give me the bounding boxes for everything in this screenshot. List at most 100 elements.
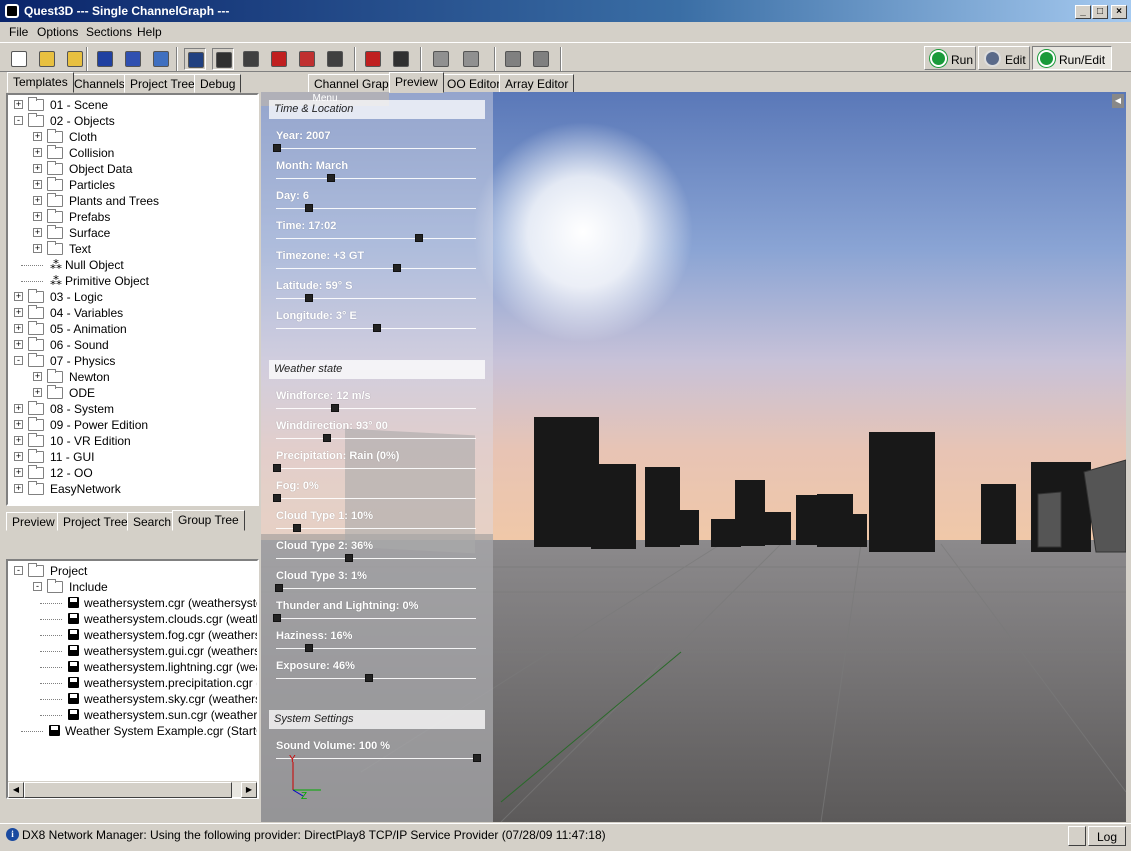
tree-item[interactable]: + ODE bbox=[8, 385, 257, 401]
tree-item[interactable]: +03 - Logic bbox=[8, 289, 257, 305]
minimize-button[interactable]: _ bbox=[1075, 5, 1091, 19]
group-tree-item[interactable]: weathersystem.cgr (weathersystem) bbox=[8, 595, 257, 611]
expand-icon[interactable]: + bbox=[14, 436, 23, 445]
splitter-icon[interactable] bbox=[1068, 826, 1086, 846]
title-bar[interactable]: Quest3D --- Single ChannelGraph --- _ □ … bbox=[0, 0, 1131, 22]
log-button[interactable]: Log bbox=[1088, 826, 1126, 846]
bug-button[interactable] bbox=[362, 48, 384, 70]
templates-tree[interactable]: +01 - Scene - 02 - Objects + Cloth + Collision… bbox=[6, 93, 259, 506]
expand-icon[interactable]: + bbox=[14, 452, 23, 461]
tree-item[interactable]: + Prefabs bbox=[8, 209, 257, 225]
expand-icon[interactable]: + bbox=[33, 388, 42, 397]
slider-thumb[interactable] bbox=[273, 464, 281, 472]
tab-bottom-project-tree[interactable]: Project Tree bbox=[57, 512, 134, 531]
group-tree-item[interactable]: weathersystem.precipitation.cgr (weather… bbox=[8, 675, 257, 691]
expand-icon[interactable]: + bbox=[33, 212, 42, 221]
expand-icon[interactable]: + bbox=[14, 420, 23, 429]
slider-track[interactable] bbox=[276, 498, 476, 499]
tree-item[interactable]: + Collision bbox=[8, 145, 257, 161]
menu-help[interactable]: Help bbox=[137, 25, 162, 39]
group-tree-item[interactable]: weathersystem.clouds.cgr (weathersystem) bbox=[8, 611, 257, 627]
tree-item[interactable]: +04 - Variables bbox=[8, 305, 257, 321]
slider-track[interactable] bbox=[276, 588, 476, 589]
slider-thumb[interactable] bbox=[273, 144, 281, 152]
tree-item[interactable]: + Particles bbox=[8, 177, 257, 193]
tab-group-tree[interactable]: Group Tree bbox=[172, 510, 245, 531]
edit-button[interactable]: Edit bbox=[978, 46, 1030, 70]
filmstrip-button[interactable] bbox=[212, 48, 234, 70]
tree-item[interactable]: +12 - OO bbox=[8, 465, 257, 481]
menu-file[interactable]: File bbox=[9, 25, 28, 39]
tab-array-editor[interactable]: Array Editor bbox=[499, 74, 575, 93]
expand-icon[interactable]: + bbox=[14, 468, 23, 477]
group-tree-item[interactable]: weathersystem.fog.cgr (weathersystem) bbox=[8, 627, 257, 643]
preview-viewport[interactable]: ◀ Menu Time & Location Year: 2007 Month: M… bbox=[261, 92, 1126, 822]
group-tree-item[interactable]: - Project bbox=[8, 563, 257, 579]
slider-thumb[interactable] bbox=[305, 644, 313, 652]
expand-icon[interactable]: + bbox=[33, 228, 42, 237]
expand-icon[interactable]: + bbox=[14, 484, 23, 493]
collapse-icon[interactable]: - bbox=[14, 566, 23, 575]
link-button[interactable] bbox=[240, 48, 262, 70]
slider-thumb[interactable] bbox=[323, 434, 331, 442]
slider-thumb[interactable] bbox=[305, 204, 313, 212]
tree-item[interactable]: + Plants and Trees bbox=[8, 193, 257, 209]
slider-track[interactable] bbox=[276, 238, 476, 239]
group-tree-item[interactable]: weathersystem.lightning.cgr (weathersyst… bbox=[8, 659, 257, 675]
tab-preview[interactable]: Preview bbox=[389, 72, 444, 93]
horizontal-scrollbar[interactable]: ◀ ▶ bbox=[8, 781, 257, 798]
tree-item[interactable]: +11 - GUI bbox=[8, 449, 257, 465]
run-button[interactable]: Run bbox=[924, 46, 976, 70]
expand-icon[interactable]: + bbox=[14, 308, 23, 317]
list-button[interactable] bbox=[324, 48, 346, 70]
expand-icon[interactable]: + bbox=[33, 372, 42, 381]
slider-thumb[interactable] bbox=[415, 234, 423, 242]
group-tree-item[interactable]: Weather System Example.cgr (StartGroup) bbox=[8, 723, 257, 739]
copy-button[interactable] bbox=[150, 48, 172, 70]
tab-project-tree[interactable]: Project Tree bbox=[124, 74, 201, 93]
slider-thumb[interactable] bbox=[373, 324, 381, 332]
collapse-icon[interactable]: - bbox=[14, 356, 23, 365]
tree-item[interactable]: ⁂ Primitive Object bbox=[8, 273, 257, 289]
red-cube-button[interactable] bbox=[268, 48, 290, 70]
expand-icon[interactable]: + bbox=[14, 292, 23, 301]
menu-options[interactable]: Options bbox=[37, 25, 78, 39]
expand-icon[interactable]: + bbox=[14, 404, 23, 413]
connect-button[interactable] bbox=[296, 48, 318, 70]
expand-icon[interactable]: + bbox=[33, 148, 42, 157]
cubes-button[interactable] bbox=[430, 48, 452, 70]
tab-oo-editor[interactable]: OO Editor bbox=[441, 74, 507, 93]
tree-item[interactable]: + Cloth bbox=[8, 129, 257, 145]
cubes-2-button[interactable] bbox=[460, 48, 482, 70]
tree-item[interactable]: +10 - VR Edition bbox=[8, 433, 257, 449]
group-tree-item[interactable]: weathersystem.sun.cgr (weathersystem) bbox=[8, 707, 257, 723]
slider-track[interactable] bbox=[276, 178, 476, 179]
group-tree-item[interactable]: weathersystem.gui.cgr (weathersystem) bbox=[8, 643, 257, 659]
expand-icon[interactable]: + bbox=[33, 180, 42, 189]
group-tree-item[interactable]: weathersystem.sky.cgr (weathersystem) bbox=[8, 691, 257, 707]
slider-thumb[interactable] bbox=[275, 584, 283, 592]
collapse-icon[interactable]: ◀ bbox=[1112, 94, 1124, 108]
close-button[interactable]: × bbox=[1111, 5, 1127, 19]
tab-channel-graph[interactable]: Channel Graph bbox=[308, 74, 402, 93]
tab-templates[interactable]: Templates bbox=[7, 72, 74, 93]
slider-track[interactable] bbox=[276, 438, 476, 439]
scroll-thumb[interactable] bbox=[24, 782, 232, 798]
tab-channels[interactable]: Channels bbox=[68, 74, 131, 93]
tree-item[interactable]: - 02 - Objects bbox=[8, 113, 257, 129]
expand-icon[interactable]: + bbox=[33, 164, 42, 173]
slider-thumb[interactable] bbox=[331, 404, 339, 412]
scroll-left-icon[interactable]: ◀ bbox=[8, 782, 24, 798]
collapse-icon[interactable]: - bbox=[33, 582, 42, 591]
slider-thumb[interactable] bbox=[273, 614, 281, 622]
expand-icon[interactable]: + bbox=[14, 100, 23, 109]
slider-thumb[interactable] bbox=[393, 264, 401, 272]
slider-track[interactable] bbox=[276, 558, 476, 559]
slider-thumb[interactable] bbox=[473, 754, 481, 762]
tab-bottom-search[interactable]: Search bbox=[127, 512, 178, 531]
tree-item[interactable]: ⁂ Null Object bbox=[8, 257, 257, 273]
channel-button[interactable] bbox=[184, 48, 206, 70]
slider-track[interactable] bbox=[276, 618, 476, 619]
scroll-right-icon[interactable]: ▶ bbox=[241, 782, 257, 798]
slider-thumb[interactable] bbox=[327, 174, 335, 182]
